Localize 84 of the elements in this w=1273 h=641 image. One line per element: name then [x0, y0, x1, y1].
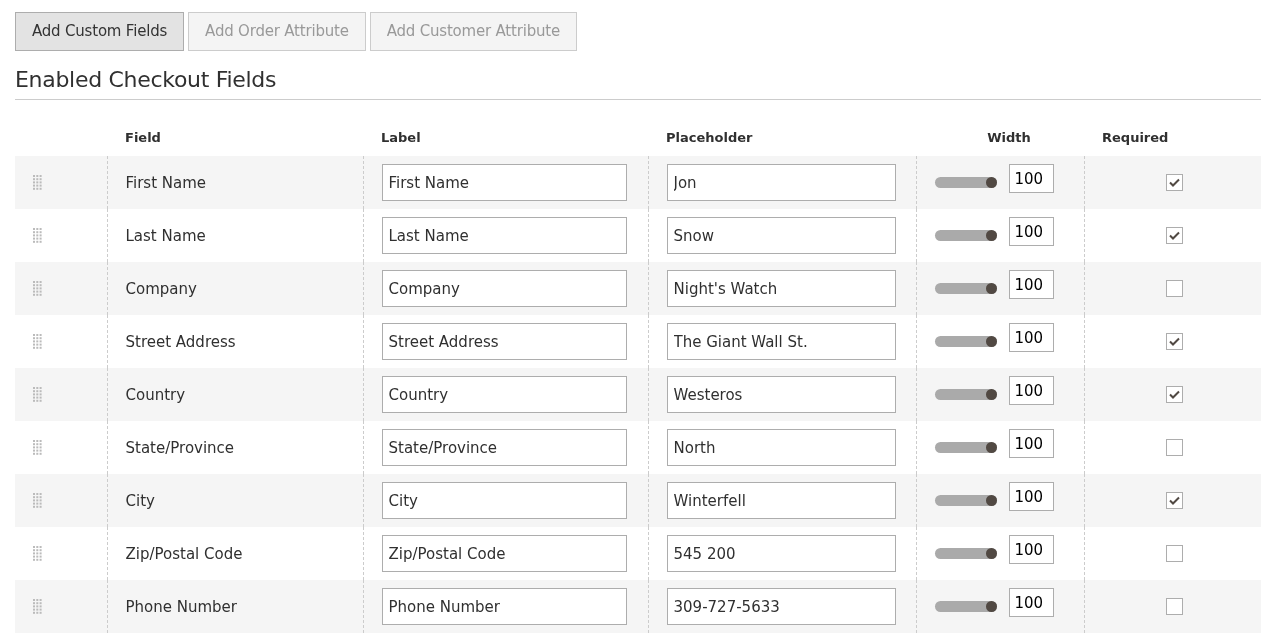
slider-thumb[interactable]: [985, 548, 997, 560]
column-header: Field: [125, 129, 161, 145]
drag-handle-icon[interactable]: [33, 228, 42, 244]
slider-thumb[interactable]: [985, 283, 997, 295]
width-slider[interactable]: [934, 495, 997, 507]
field-name: Country: [125, 385, 186, 404]
field-name: Last Name: [125, 226, 206, 245]
width-input[interactable]: 100: [1008, 376, 1054, 406]
text-input[interactable]: Night's Watch: [666, 270, 896, 308]
slider-thumb[interactable]: [985, 389, 997, 401]
width-slider[interactable]: [934, 283, 997, 295]
width-input[interactable]: 100: [1008, 323, 1054, 353]
drag-handle-icon[interactable]: [33, 281, 42, 297]
field-name: City: [125, 491, 155, 510]
text-input[interactable]: The Giant Wall St.: [666, 323, 896, 361]
width-input[interactable]: 100: [1008, 535, 1054, 565]
slider-thumb[interactable]: [985, 442, 997, 454]
text-input[interactable]: Street Address: [381, 323, 627, 361]
checkmark-icon: [1168, 390, 1180, 400]
text-input[interactable]: Jon: [666, 164, 896, 202]
drag-handle-icon[interactable]: [33, 175, 42, 191]
required-checkbox[interactable]: [1165, 333, 1183, 351]
required-checkbox[interactable]: [1165, 545, 1183, 563]
width-slider[interactable]: [934, 601, 997, 613]
checkmark-icon: [1168, 231, 1180, 241]
column-header: Required: [1102, 129, 1169, 145]
field-name: Company: [125, 279, 197, 298]
required-checkbox[interactable]: [1165, 280, 1183, 298]
text-input[interactable]: Last Name: [381, 217, 627, 255]
text-input[interactable]: 309-727-5633: [666, 588, 896, 626]
width-input[interactable]: 100: [1008, 270, 1054, 300]
text-input[interactable]: 545 200: [666, 535, 896, 573]
slider-thumb[interactable]: [985, 336, 997, 348]
column-header: Placeholder: [666, 129, 753, 145]
required-checkbox[interactable]: [1165, 598, 1183, 616]
width-input[interactable]: 100: [1008, 164, 1054, 194]
checkmark-icon: [1168, 337, 1180, 347]
text-input[interactable]: Company: [381, 270, 627, 308]
checkmark-icon: [1168, 496, 1180, 506]
slider-thumb[interactable]: [985, 230, 997, 242]
drag-handle-icon[interactable]: [33, 493, 42, 509]
text-input[interactable]: Winterfell: [666, 482, 896, 520]
width-slider[interactable]: [934, 389, 997, 401]
field-name: Zip/Postal Code: [125, 544, 243, 563]
text-input[interactable]: Country: [381, 376, 627, 414]
drag-handle-icon[interactable]: [33, 440, 42, 456]
slider-thumb[interactable]: [985, 495, 997, 507]
slider-thumb[interactable]: [985, 601, 997, 613]
text-input[interactable]: North: [666, 429, 896, 467]
text-input[interactable]: First Name: [381, 164, 627, 202]
checkmark-icon: [1168, 178, 1180, 188]
width-input[interactable]: 100: [1008, 588, 1054, 618]
required-checkbox[interactable]: [1165, 386, 1183, 404]
field-name: State/Province: [125, 438, 235, 457]
width-input[interactable]: 100: [1008, 482, 1054, 512]
width-slider[interactable]: [934, 548, 997, 560]
section-title: Enabled Checkout Fields: [15, 66, 1261, 100]
drag-handle-icon[interactable]: [33, 546, 42, 562]
drag-handle-icon[interactable]: [33, 387, 42, 403]
slider-thumb[interactable]: [985, 177, 997, 189]
text-input[interactable]: State/Province: [381, 429, 627, 467]
column-header: Width: [987, 129, 1031, 145]
text-input[interactable]: Zip/Postal Code: [381, 535, 627, 573]
drag-handle-icon[interactable]: [33, 334, 42, 350]
required-checkbox[interactable]: [1165, 174, 1183, 192]
field-name: Phone Number: [125, 597, 237, 616]
text-input[interactable]: City: [381, 482, 627, 520]
drag-handle-icon[interactable]: [33, 599, 42, 615]
tab-button[interactable]: Add Custom Fields: [15, 12, 185, 51]
required-checkbox[interactable]: [1165, 227, 1183, 245]
required-checkbox[interactable]: [1165, 492, 1183, 510]
width-slider[interactable]: [934, 442, 997, 454]
text-input[interactable]: Westeros: [666, 376, 896, 414]
width-slider[interactable]: [934, 336, 997, 348]
width-slider[interactable]: [934, 230, 997, 242]
field-name: First Name: [125, 173, 207, 192]
text-input[interactable]: Phone Number: [381, 588, 627, 626]
width-input[interactable]: 100: [1008, 429, 1054, 459]
field-name: Street Address: [125, 332, 236, 351]
column-header: Label: [381, 129, 421, 145]
required-checkbox[interactable]: [1165, 439, 1183, 457]
width-slider[interactable]: [934, 177, 997, 189]
text-input[interactable]: Snow: [666, 217, 896, 255]
width-input[interactable]: 100: [1008, 217, 1054, 247]
